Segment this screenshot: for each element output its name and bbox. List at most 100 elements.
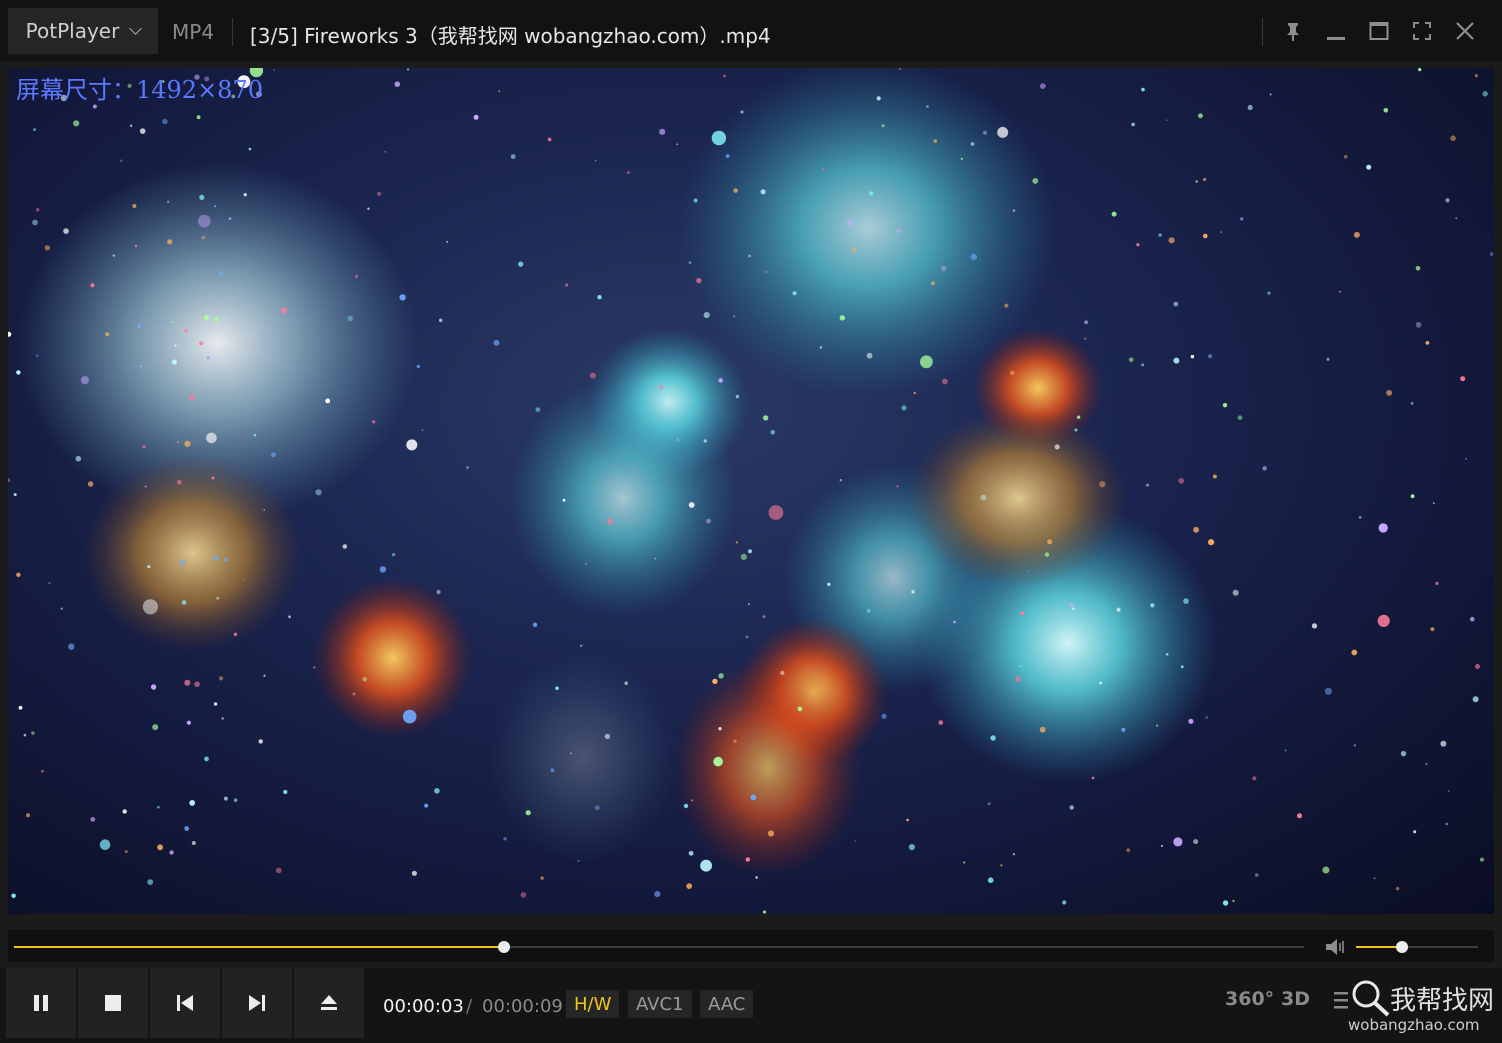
firework-spark (1460, 376, 1466, 382)
firework-spark (439, 318, 443, 322)
firework-spark (147, 565, 151, 569)
firework-spark (940, 265, 947, 272)
firework-spark (466, 466, 469, 469)
firework-spark (1203, 233, 1208, 239)
firework-spark (1445, 198, 1450, 203)
firework-spark (199, 194, 205, 200)
app-menu-button[interactable]: PotPlayer (8, 8, 158, 54)
firework-spark (1386, 389, 1393, 396)
firework-spark (36, 354, 39, 357)
firework-spark (735, 541, 738, 544)
firework-spark (152, 724, 159, 731)
firework-spark (1012, 853, 1016, 856)
maximize-button[interactable] (1358, 8, 1400, 54)
firework-spark (263, 508, 266, 511)
firework-spark (90, 817, 96, 822)
firework-spark (760, 189, 766, 195)
firework-spark (243, 578, 246, 581)
firework-spark (1232, 589, 1239, 596)
volume-slider[interactable] (1356, 941, 1478, 953)
firework-spark (953, 620, 956, 624)
3d-mode-button[interactable]: 3D (1281, 988, 1310, 1010)
firework-spark (1062, 900, 1067, 905)
firework-spark (233, 632, 238, 636)
screen-size-osd: 屏幕尺寸：1492×870 (16, 76, 263, 104)
firework-spark (1158, 233, 1162, 237)
pin-button[interactable] (1272, 8, 1314, 54)
volume-handle[interactable] (1396, 941, 1409, 953)
firework-spark (1116, 607, 1121, 612)
firework-spark (1000, 864, 1003, 867)
minimize-button[interactable] (1315, 8, 1357, 54)
firework-spark (1183, 598, 1189, 604)
firework-spark (1173, 357, 1180, 364)
firework-spark (876, 96, 881, 101)
format-label: MP4 (172, 20, 215, 44)
firework-spark (1168, 237, 1175, 244)
firework-spark (1383, 108, 1389, 113)
firework-spark (122, 809, 127, 814)
firework-spark (866, 609, 871, 613)
firework-spark (223, 557, 229, 562)
firework-spark (90, 283, 95, 288)
firework-spark (1072, 607, 1075, 611)
firework-spark (60, 607, 63, 610)
firework-spark (688, 850, 694, 856)
firework-spark (211, 476, 215, 480)
seek-bar[interactable] (14, 941, 1304, 953)
firework-spark (819, 346, 823, 349)
firework-spark (179, 559, 186, 566)
total-time[interactable]: 00:00:09 (482, 996, 563, 1017)
firework-spark (1039, 726, 1046, 733)
firework-spark (1091, 776, 1095, 780)
fullscreen-button[interactable] (1401, 8, 1443, 54)
volume-icon[interactable] (1324, 936, 1348, 958)
firework-spark (1343, 154, 1348, 159)
title-bar: PotPlayer MP4 [3/5] Fireworks 3（我帮找网 wob… (0, 0, 1502, 62)
firework-spark (748, 603, 750, 606)
firework-spark (577, 859, 580, 863)
seek-bar-fill (14, 946, 505, 948)
firework-spark (1465, 458, 1467, 460)
firework-spark (926, 105, 929, 108)
firework-spark (248, 147, 252, 151)
firework-spark (1475, 74, 1478, 78)
firework-spark (16, 572, 21, 577)
previous-button[interactable] (150, 968, 220, 1038)
firework-spark (137, 324, 141, 329)
firework-spark (105, 332, 110, 337)
firework-spark (16, 370, 21, 375)
firework-spark (176, 441, 179, 444)
firework-spark (624, 681, 628, 685)
firework-spark (162, 118, 168, 125)
firework-spark (13, 493, 17, 497)
firework-spark (1203, 177, 1207, 182)
close-button[interactable] (1444, 8, 1486, 54)
firework-spark (1489, 252, 1494, 256)
firework-spark (1324, 687, 1332, 695)
firework-spark (498, 90, 501, 93)
firework-spark (1084, 337, 1087, 340)
360-mode-button[interactable]: 360° (1225, 988, 1274, 1010)
firework-spark (347, 315, 353, 322)
video-area[interactable] (8, 68, 1494, 914)
firework-spark (1338, 290, 1341, 293)
decoder-badge[interactable]: H/W (566, 990, 620, 1018)
firework-spark (713, 756, 723, 767)
video-codec-badge[interactable]: AVC1 (628, 990, 692, 1018)
audio-codec-badge[interactable]: AAC (700, 990, 754, 1018)
firework-spark (1322, 866, 1330, 874)
firework-spark (987, 877, 994, 883)
firework-spark (1044, 552, 1050, 557)
fullscreen-icon (1413, 22, 1431, 40)
firework-spark (931, 281, 935, 286)
pause-button[interactable] (6, 968, 76, 1038)
next-button[interactable] (222, 968, 292, 1038)
firework-spark (87, 481, 94, 487)
firework-spark (866, 352, 873, 359)
firework-spark (342, 544, 348, 549)
stop-button[interactable] (78, 968, 148, 1038)
firework-spark (1099, 681, 1102, 685)
seek-handle[interactable] (498, 941, 511, 953)
eject-button[interactable] (294, 968, 364, 1038)
